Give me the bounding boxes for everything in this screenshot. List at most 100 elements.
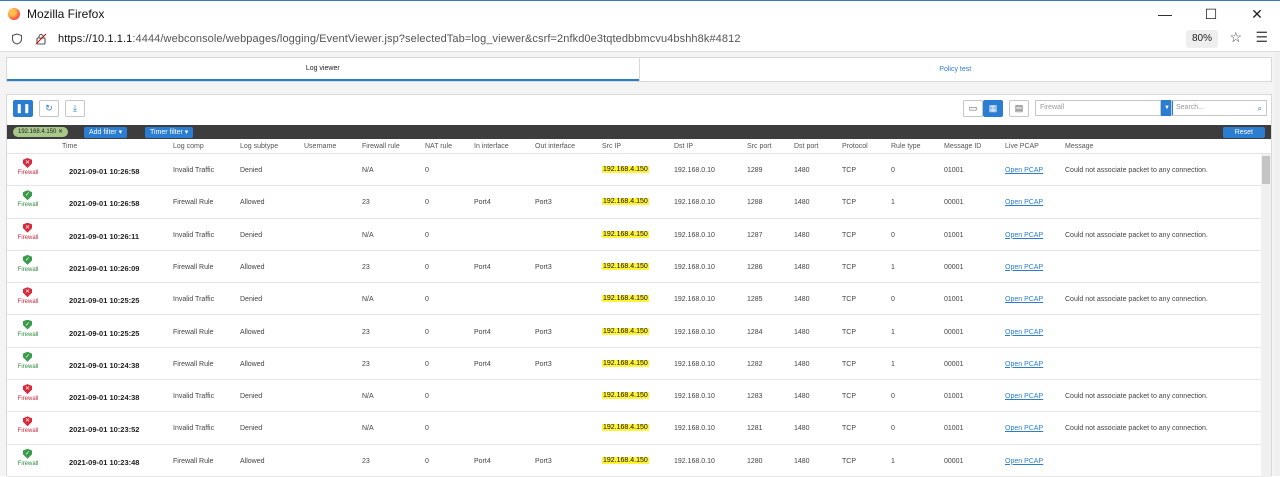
cell-log-subtype: Denied [240, 393, 263, 401]
table-row[interactable]: ✕ Firewall 2021-09-01 10:26:58 Invalid Traf… [7, 154, 1262, 187]
cell-live-pcap[interactable]: Open PCAP [1005, 393, 1043, 400]
minimize-button[interactable]: — [1142, 1, 1188, 27]
cell-live-pcap[interactable]: Open PCAP [1005, 199, 1043, 206]
detailed-view-icon[interactable]: ▦ [983, 100, 1003, 117]
cell-protocol: TCP [842, 199, 856, 207]
filter-chip[interactable]: 192.168.4.150 ✕ [13, 127, 69, 137]
column-header-protocol[interactable]: Protocol [842, 143, 868, 150]
allowed-shield-icon: ✓ [23, 254, 32, 265]
column-view-icon[interactable]: ▭ [963, 100, 983, 117]
table-row[interactable]: ✓ Firewall 2021-09-01 10:26:58 Firewall Rul… [7, 186, 1262, 219]
column-header-message[interactable]: Message [1065, 143, 1093, 150]
column-header-message-id[interactable]: Message ID [944, 143, 981, 150]
cell-message: Could not associate packet to any connec… [1065, 425, 1208, 433]
maximize-button[interactable]: ☐ [1188, 1, 1234, 27]
firewall-status-badge: ✕ Firewall [13, 158, 43, 182]
cell-live-pcap[interactable]: Open PCAP [1005, 264, 1043, 271]
cell-time: 2021-09-01 10:23:48 [69, 457, 140, 467]
cell-dst-port: 1480 [794, 199, 810, 207]
tab-log-viewer[interactable]: Log viewer [7, 58, 639, 81]
badge-label: Firewall [17, 234, 39, 241]
cell-firewall-rule: 23 [362, 263, 370, 271]
table-row[interactable]: ✕ Firewall 2021-09-01 10:23:52 Invalid Traf… [7, 412, 1262, 445]
denied-shield-icon: ✕ [23, 222, 32, 233]
url-text[interactable]: https://10.1.1.1:4444/webconsole/webpage… [58, 33, 741, 45]
vertical-scrollbar[interactable] [1261, 154, 1271, 477]
table-row[interactable]: ✓ Firewall 2021-09-01 10:26:09 Firewall Rul… [7, 250, 1262, 284]
cell-message-id: 01001 [944, 167, 964, 174]
bookmark-star-icon[interactable]: ☆ [1229, 29, 1242, 46]
filter-bar: 192.168.4.150 ✕ Add filter ▾ Timer filte… [7, 125, 1271, 139]
cell-live-pcap[interactable]: Open PCAP [1005, 361, 1043, 368]
cell-live-pcap[interactable]: Open PCAP [1005, 232, 1043, 239]
cell-message-id: 01001 [944, 296, 964, 304]
cell-message-id: 00001 [944, 263, 964, 271]
column-header-live-pcap[interactable]: Live PCAP [1005, 143, 1039, 150]
tab-policy-test[interactable]: Policy test [638, 58, 1272, 81]
cell-live-pcap[interactable]: Open PCAP [1005, 425, 1043, 432]
scrollbar-thumb[interactable] [1262, 156, 1270, 184]
pause-button[interactable]: ❚❚ [13, 100, 33, 117]
cell-rule-type: 1 [891, 199, 895, 207]
cell-live-pcap[interactable]: Open PCAP [1005, 167, 1043, 174]
column-header-dst-port[interactable]: Dst port [794, 143, 819, 150]
cell-src-ip: 192.168.4.150 [602, 456, 649, 464]
cell-dst-port: 1480 [794, 457, 810, 465]
page-scrollbar[interactable] [1274, 52, 1280, 476]
table-row[interactable]: ✓ Firewall 2021-09-01 10:23:48 Firewall Rul… [7, 444, 1262, 477]
cell-src-port: 1280 [747, 457, 763, 465]
cell-rule-type: 0 [891, 296, 895, 304]
search-input[interactable]: Search... ⌕ [1171, 100, 1267, 116]
zoom-level[interactable]: 80% [1185, 30, 1218, 48]
cell-firewall-rule: 23 [362, 457, 370, 465]
log-table-body: ✕ Firewall 2021-09-01 10:26:58 Invalid Traf… [7, 154, 1262, 477]
cell-out-interface: Port3 [535, 199, 552, 207]
insecure-lock-icon[interactable] [34, 32, 48, 46]
address-bar[interactable]: https://10.1.1.1:4444/webconsole/webpage… [0, 26, 1280, 52]
cell-dst-port: 1480 [794, 263, 810, 271]
search-icon[interactable]: ⌕ [1258, 102, 1262, 116]
cell-time: 2021-09-01 10:25:25 [69, 296, 140, 306]
add-filter-button[interactable]: Add filter ▾ [84, 127, 128, 138]
allowed-shield-icon: ✓ [23, 351, 32, 362]
table-row[interactable]: ✕ Firewall 2021-09-01 10:24:38 Invalid Traf… [7, 380, 1262, 413]
refresh-button[interactable]: ↻ [39, 100, 59, 117]
cell-src-port: 1284 [747, 328, 763, 336]
column-header-src-ip[interactable]: Src IP [602, 143, 621, 150]
cell-log-subtype: Allowed [240, 263, 265, 271]
close-button[interactable]: ✕ [1234, 1, 1280, 27]
timer-filter-button[interactable]: Timer filter ▾ [145, 127, 194, 138]
table-row[interactable]: ✕ Firewall 2021-09-01 10:26:11 Invalid Traf… [7, 218, 1262, 251]
column-header-rule-type[interactable]: Rule type [891, 143, 921, 150]
download-button[interactable]: ⤓ [65, 100, 85, 117]
cell-log-comp: Firewall Rule [173, 263, 214, 271]
cell-dst-port: 1480 [794, 425, 810, 433]
page-content: Log viewer Policy test ❚❚ ↻ ⤓ ▭ ▦ ▤ Fire… [0, 52, 1280, 477]
cell-in-interface: Port4 [474, 328, 491, 336]
cell-live-pcap[interactable]: Open PCAP [1005, 296, 1043, 303]
cell-live-pcap[interactable]: Open PCAP [1005, 329, 1043, 336]
column-header-time[interactable]: Time [62, 143, 77, 150]
column-header-username[interactable]: Username [304, 143, 336, 150]
cell-live-pcap[interactable]: Open PCAP [1005, 458, 1043, 465]
table-row[interactable]: ✓ Firewall 2021-09-01 10:24:38 Firewall Rul… [7, 347, 1262, 381]
column-header-log-comp[interactable]: Log comp [173, 143, 204, 150]
column-header-log-subtype[interactable]: Log subtype [240, 143, 278, 150]
log-type-select[interactable]: Firewall [1035, 100, 1161, 116]
column-header-nat-rule[interactable]: NAT rule [425, 143, 452, 150]
column-header-dst-ip[interactable]: Dst IP [674, 143, 693, 150]
column-header-out-interface[interactable]: Out interface [535, 143, 575, 150]
chip-close-icon[interactable]: ✕ [58, 129, 63, 135]
calendar-settings-icon[interactable]: ▤ [1009, 100, 1029, 117]
shield-icon[interactable] [10, 32, 24, 46]
window-controls: — ☐ ✕ [1142, 1, 1280, 27]
cell-dst-ip: 192.168.0.10 [674, 231, 715, 239]
column-header-firewall-rule[interactable]: Firewall rule [362, 143, 400, 150]
table-row[interactable]: ✕ Firewall 2021-09-01 10:25:25 Invalid Traf… [7, 283, 1262, 316]
window-title: Mozilla Firefox [27, 6, 105, 21]
reset-button[interactable]: Reset [1222, 127, 1265, 138]
column-header-in-interface[interactable]: In interface [474, 143, 509, 150]
column-header-src-port[interactable]: Src port [747, 143, 772, 150]
table-row[interactable]: ✓ Firewall 2021-09-01 10:25:25 Firewall Rul… [7, 315, 1262, 348]
hamburger-menu-icon[interactable]: ☰ [1255, 29, 1268, 46]
